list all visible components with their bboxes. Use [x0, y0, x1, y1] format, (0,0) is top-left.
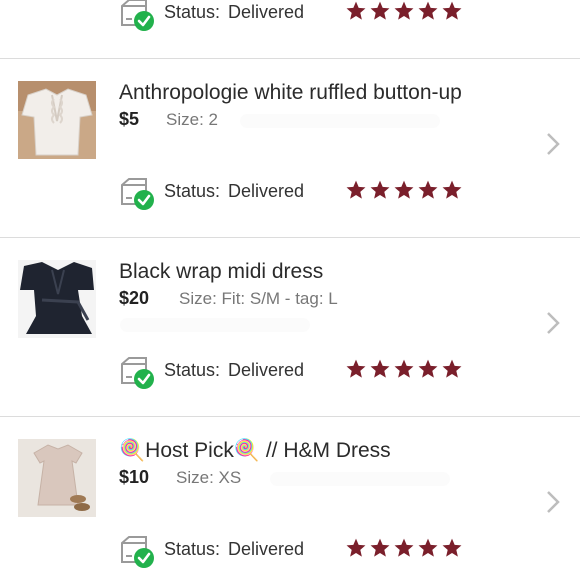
rating-stars	[345, 0, 463, 22]
order-status: Status: Delivered	[164, 539, 305, 559]
chevron-right-icon[interactable]	[544, 489, 562, 515]
closet-sales-list: Status: Delivered Anthropologie white ruf…	[0, 0, 580, 580]
item-price: $10	[119, 467, 150, 487]
item-photo[interactable]	[18, 439, 96, 517]
star-icon	[346, 180, 366, 199]
star-icon	[418, 1, 438, 20]
star-icon	[442, 359, 462, 378]
star-icon	[370, 538, 390, 557]
star-icon	[370, 359, 390, 378]
order-status: Status: Delivered	[164, 2, 305, 22]
star-icon	[394, 1, 414, 20]
star-icon	[418, 538, 438, 557]
delivered-box-check-icon	[121, 178, 154, 210]
item-title[interactable]: 🍭Host Pick🍭 // H&M Dress	[119, 439, 391, 463]
star-icon	[442, 1, 462, 20]
star-icon	[346, 1, 366, 20]
delivered-box-check-icon	[121, 357, 154, 389]
item-photo[interactable]	[18, 260, 96, 338]
redacted-text	[120, 318, 310, 332]
chevron-right-icon[interactable]	[544, 310, 562, 336]
star-icon	[418, 359, 438, 378]
item-price: $20	[119, 288, 150, 308]
order-status: Status: Delivered	[164, 181, 305, 201]
star-icon	[442, 538, 462, 557]
star-icon	[394, 359, 414, 378]
list-item[interactable]: Black wrap midi dress $20 Size: Fit: S/M…	[0, 238, 580, 417]
rating-stars	[345, 179, 463, 201]
delivered-box-check-icon	[121, 536, 154, 568]
star-icon	[394, 538, 414, 557]
item-size: Size: XS	[176, 468, 242, 487]
list-item[interactable]: Status: Delivered	[0, 0, 580, 59]
redacted-text	[240, 114, 440, 128]
item-size: Size: Fit: S/M - tag: L	[179, 289, 338, 308]
item-title[interactable]: Black wrap midi dress	[119, 260, 323, 284]
delivered-box-check-icon	[121, 0, 154, 31]
item-photo[interactable]	[18, 81, 96, 159]
star-icon	[418, 180, 438, 199]
star-icon	[346, 538, 366, 557]
chevron-right-icon[interactable]	[544, 131, 562, 157]
list-item[interactable]: Anthropologie white ruffled button-up $5…	[0, 59, 580, 238]
rating-stars	[345, 358, 463, 380]
list-item[interactable]: 🍭Host Pick🍭 // H&M Dress $10 Size: XS St…	[0, 417, 580, 580]
rating-stars	[345, 537, 463, 559]
item-price: $5	[119, 109, 140, 129]
star-icon	[394, 180, 414, 199]
item-size: Size: 2	[166, 110, 218, 129]
redacted-text	[270, 472, 450, 486]
order-status: Status: Delivered	[164, 360, 305, 380]
star-icon	[370, 180, 390, 199]
star-icon	[370, 1, 390, 20]
star-icon	[442, 180, 462, 199]
item-title[interactable]: Anthropologie white ruffled button-up	[119, 81, 462, 105]
star-icon	[346, 359, 366, 378]
